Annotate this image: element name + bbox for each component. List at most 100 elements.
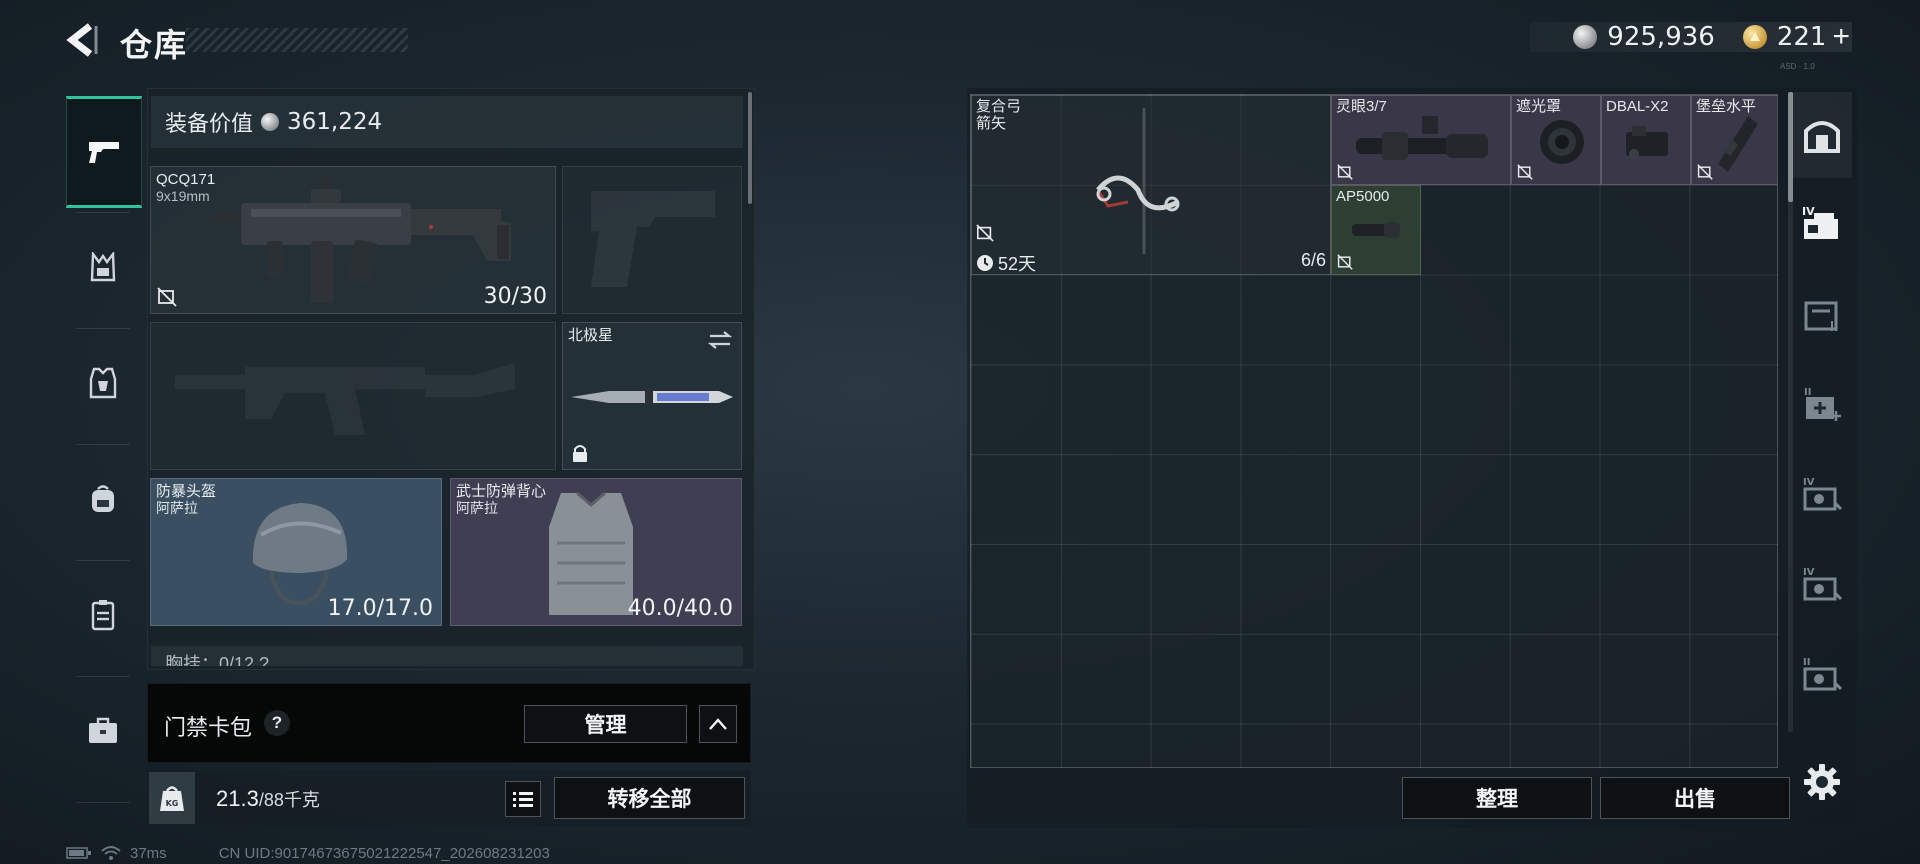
no-insurance-icon [1337,254,1353,270]
armor-icon [89,367,117,399]
rifle-silhouette-icon [175,363,515,435]
grid-item-compound-bow[interactable]: 复合弓 箭矢 52天 6/6 [971,95,1331,275]
sidebar-item-armor[interactable] [66,330,140,436]
tab-storage-safe-1[interactable]: IV [1792,452,1852,538]
back-button[interactable] [62,20,104,60]
locker-icon [1804,301,1838,331]
tab-tier-label: II [1803,657,1810,668]
medical-crate-icon: II [1804,387,1841,421]
manage-button[interactable]: 管理 [524,705,687,743]
sidearm-slot[interactable] [562,166,742,314]
tab-tier-label: IV [1802,205,1815,218]
tab-storage-iv-1[interactable]: IV [1792,182,1852,268]
vest-image [549,491,633,615]
list-view-button[interactable] [505,781,541,817]
category-sidebar [66,88,142,808]
weight-icon: KG [149,772,195,824]
helmet-slot[interactable]: 防暴头盔 阿萨拉 17.0/17.0 [150,478,442,626]
silver-coin-icon [1573,25,1598,49]
item-name: 堡垒水平 [1696,98,1757,115]
status-bar: 37ms CN UID:90174673675021222547_2026082… [66,844,550,862]
bow-image [1096,108,1180,254]
backpack-icon [92,485,114,512]
item-name: 遮光罩 [1516,98,1562,115]
primary-weapon-slot[interactable]: QCQ171 9x19mm 30/30 [150,166,556,314]
ammo-count: 30/30 [483,284,547,309]
grid-item-scope[interactable]: 灵眼3/7 [1331,95,1511,185]
sell-button[interactable]: 出售 [1600,777,1790,819]
weight-max: /88千克 [258,790,320,810]
chest-rig-row[interactable]: 胸挂：0/12 ? [151,646,743,666]
collapse-button[interactable] [699,705,737,743]
clock-icon [977,255,993,271]
knife-image [571,389,733,405]
armor-slot[interactable]: 武士防弹背心 阿萨拉 40.0/40.0 [450,478,742,626]
weapon-name: QCQ171 [156,171,216,188]
tier-iv-crate-icon: IV [1802,205,1838,239]
tab-storage-safe-2[interactable]: IV [1792,542,1852,628]
sidebar-item-weapons[interactable] [66,96,142,208]
grid-item-dbal-x2[interactable]: DBAL-X2 [1601,95,1691,185]
grid-item-ap5000[interactable]: AP5000 [1331,185,1421,275]
timer-text: 52天 [998,254,1037,274]
grid-item-lens-hood[interactable]: 遮光罩 [1511,95,1601,185]
grid-item-fortress-grip[interactable]: 堡垒水平 [1691,95,1777,185]
melee-slot[interactable]: 北极星 [562,322,742,470]
helmet-durability: 17.0/17.0 [327,596,433,621]
melee-name: 北极星 [568,327,614,344]
tab-storage-safe-3[interactable]: II [1792,632,1852,718]
safe-icon: IV [1803,477,1843,511]
armor-maker: 阿萨拉 [456,500,498,516]
helmet-maker: 阿萨拉 [156,500,198,516]
weapon-caliber: 9x19mm [156,188,210,204]
sort-button[interactable]: 整理 [1402,777,1592,819]
weight-readout: 21.3/88千克 [216,786,320,812]
long-gun-slot[interactable] [150,322,556,470]
expiry-timer: 52天 [976,250,1036,276]
page-title: 仓库 [120,26,189,64]
tab-main-storage[interactable] [1792,92,1852,178]
item-name: 复合弓 [976,98,1022,115]
helmet-name: 防暴头盔 [156,483,217,500]
battery-icon [66,847,91,859]
item-count: 6/6 [1300,250,1326,270]
pistol-silhouette-icon [591,191,715,287]
no-insurance-icon [1517,164,1533,180]
chevron-up-icon [709,718,727,730]
sidebar-item-rig[interactable] [66,214,140,320]
tab-tier-label: IV [1803,477,1815,488]
item-name: AP5000 [1336,188,1390,205]
lock-icon [573,445,587,462]
keycard-label: 门禁卡包 [164,715,253,740]
silver-amount: 925,936 [1607,22,1715,52]
add-currency-button[interactable]: + [1832,20,1850,54]
toolbox-icon [89,717,117,743]
uid-text: CN UID:90174673675021222547_202608231203 [218,844,550,862]
weight-current: 21.3 [216,786,259,811]
loadout-scrollbar[interactable] [748,92,752,204]
item-name: DBAL-X2 [1606,98,1669,115]
transfer-all-button[interactable]: 转移全部 [554,777,745,819]
tab-storage-locker[interactable] [1792,272,1852,358]
safe-icon: IV [1803,567,1843,601]
storage-grid[interactable]: 复合弓 箭矢 52天 6/6 灵眼3/7 遮光罩 DBAL-X2 堡垒水平 AP… [970,94,1778,768]
armor-durability: 40.0/40.0 [627,596,733,621]
gold-coin-icon [1742,25,1767,49]
no-insurance-icon [1337,164,1353,180]
sidebar-item-case[interactable] [66,562,140,668]
settings-button[interactable] [1800,760,1844,804]
pistol-icon [89,142,119,163]
rig-icon [90,252,116,282]
no-insurance-icon [976,224,994,242]
safe-icon: II [1803,657,1843,691]
storage-home-icon [1804,121,1840,153]
tab-storage-medical[interactable]: II [1792,362,1852,448]
help-icon[interactable]: ? [264,710,290,736]
swap-icon[interactable] [707,329,733,351]
item-sub: 箭矢 [976,115,1007,132]
wifi-icon [101,846,121,860]
sidebar-item-backpack[interactable] [66,446,140,552]
title-decoration [186,28,408,52]
silver-coin-icon [261,113,280,131]
sidebar-item-toolbox[interactable] [66,678,140,784]
